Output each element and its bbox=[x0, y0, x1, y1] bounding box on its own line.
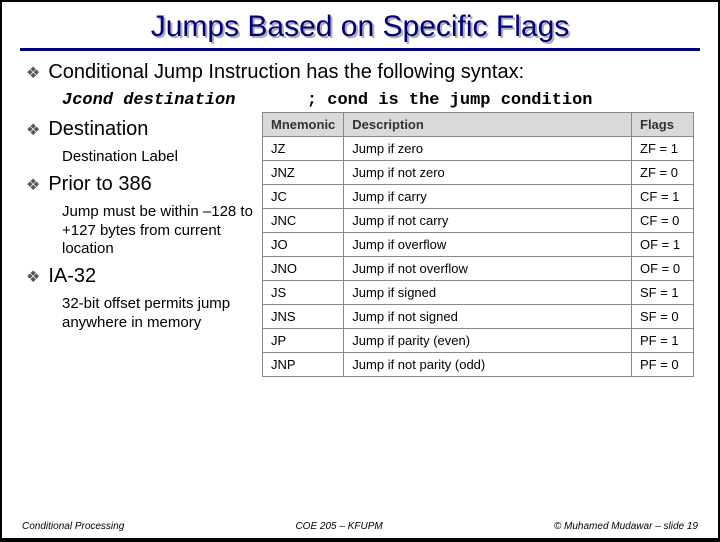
bullet-icon: ❖ bbox=[26, 61, 40, 87]
cell-description: Jump if not carry bbox=[344, 209, 632, 233]
footer-center: COE 205 – KFUPM bbox=[295, 521, 382, 532]
slide: Jumps Based on Specific Flags ❖ Conditio… bbox=[2, 2, 718, 538]
two-column-layout: ❖ Destination Destination Label ❖ Prior … bbox=[26, 112, 694, 377]
cell-mnemonic: JZ bbox=[263, 137, 344, 161]
jump-flags-table: Mnemonic Description Flags JZJump if zer… bbox=[262, 112, 694, 377]
sub-prior386: Jump must be within –128 to +127 bytes f… bbox=[62, 203, 254, 259]
cell-mnemonic: JO bbox=[263, 233, 344, 257]
code-instruction: Jcond destination bbox=[62, 91, 235, 110]
bullet-icon: ❖ bbox=[26, 118, 40, 144]
bullet-prior386-text: Prior to 386 bbox=[48, 173, 151, 196]
title-underline bbox=[20, 48, 700, 51]
content-area: ❖ Conditional Jump Instruction has the f… bbox=[2, 61, 718, 377]
table-row: JOJump if overflowOF = 1 bbox=[263, 233, 694, 257]
cell-mnemonic: JNZ bbox=[263, 161, 344, 185]
cell-description: Jump if zero bbox=[344, 137, 632, 161]
cell-description: Jump if carry bbox=[344, 185, 632, 209]
bullet-syntax-text: Conditional Jump Instruction has the fol… bbox=[48, 61, 524, 84]
cell-description: Jump if not zero bbox=[344, 161, 632, 185]
cell-mnemonic: JP bbox=[263, 329, 344, 353]
sub-ia32: 32-bit offset permits jump anywhere in m… bbox=[62, 295, 254, 333]
sub-destination: Destination Label bbox=[62, 148, 254, 167]
table-row: JNOJump if not overflowOF = 0 bbox=[263, 257, 694, 281]
table-header-row: Mnemonic Description Flags bbox=[263, 113, 694, 137]
table-row: JNCJump if not carryCF = 0 bbox=[263, 209, 694, 233]
bullet-destination-text: Destination bbox=[48, 118, 148, 141]
cell-description: Jump if not overflow bbox=[344, 257, 632, 281]
code-comment: ; cond is the jump condition bbox=[307, 91, 593, 110]
footer-right: © Muhamed Mudawar – slide 19 bbox=[554, 521, 698, 532]
table-row: JCJump if carryCF = 1 bbox=[263, 185, 694, 209]
table-row: JNPJump if not parity (odd)PF = 0 bbox=[263, 353, 694, 377]
bullet-syntax: ❖ Conditional Jump Instruction has the f… bbox=[26, 61, 694, 87]
cell-description: Jump if overflow bbox=[344, 233, 632, 257]
col-description: Description bbox=[344, 113, 632, 137]
cell-description: Jump if signed bbox=[344, 281, 632, 305]
cell-description: Jump if not parity (odd) bbox=[344, 353, 632, 377]
cell-flag: PF = 1 bbox=[632, 329, 694, 353]
slide-title: Jumps Based on Specific Flags bbox=[2, 2, 718, 48]
cell-mnemonic: JNS bbox=[263, 305, 344, 329]
cell-flag: ZF = 1 bbox=[632, 137, 694, 161]
cell-flag: ZF = 0 bbox=[632, 161, 694, 185]
bullet-icon: ❖ bbox=[26, 173, 40, 199]
cell-flag: CF = 0 bbox=[632, 209, 694, 233]
bullet-prior386: ❖ Prior to 386 bbox=[26, 173, 254, 199]
table-row: JZJump if zeroZF = 1 bbox=[263, 137, 694, 161]
code-line: Jcond destination ; cond is the jump con… bbox=[62, 91, 694, 110]
col-flags: Flags bbox=[632, 113, 694, 137]
cell-description: Jump if not signed bbox=[344, 305, 632, 329]
cell-mnemonic: JNC bbox=[263, 209, 344, 233]
cell-mnemonic: JNP bbox=[263, 353, 344, 377]
bullet-destination: ❖ Destination bbox=[26, 118, 254, 144]
cell-flag: OF = 0 bbox=[632, 257, 694, 281]
bullet-ia32: ❖ IA-32 bbox=[26, 265, 254, 291]
bullet-ia32-text: IA-32 bbox=[48, 265, 96, 288]
cell-flag: OF = 1 bbox=[632, 233, 694, 257]
cell-flag: CF = 1 bbox=[632, 185, 694, 209]
footer-left: Conditional Processing bbox=[22, 521, 124, 532]
cell-flag: SF = 1 bbox=[632, 281, 694, 305]
cell-mnemonic: JNO bbox=[263, 257, 344, 281]
right-column: Mnemonic Description Flags JZJump if zer… bbox=[262, 112, 694, 377]
table-row: JSJump if signedSF = 1 bbox=[263, 281, 694, 305]
col-mnemonic: Mnemonic bbox=[263, 113, 344, 137]
cell-description: Jump if parity (even) bbox=[344, 329, 632, 353]
table-row: JNZJump if not zeroZF = 0 bbox=[263, 161, 694, 185]
cell-mnemonic: JS bbox=[263, 281, 344, 305]
footer: Conditional Processing COE 205 – KFUPM ©… bbox=[2, 521, 718, 532]
cell-flag: PF = 0 bbox=[632, 353, 694, 377]
cell-mnemonic: JC bbox=[263, 185, 344, 209]
cell-flag: SF = 0 bbox=[632, 305, 694, 329]
left-column: ❖ Destination Destination Label ❖ Prior … bbox=[26, 112, 262, 377]
table-row: JPJump if parity (even)PF = 1 bbox=[263, 329, 694, 353]
table-row: JNSJump if not signedSF = 0 bbox=[263, 305, 694, 329]
bullet-icon: ❖ bbox=[26, 265, 40, 291]
